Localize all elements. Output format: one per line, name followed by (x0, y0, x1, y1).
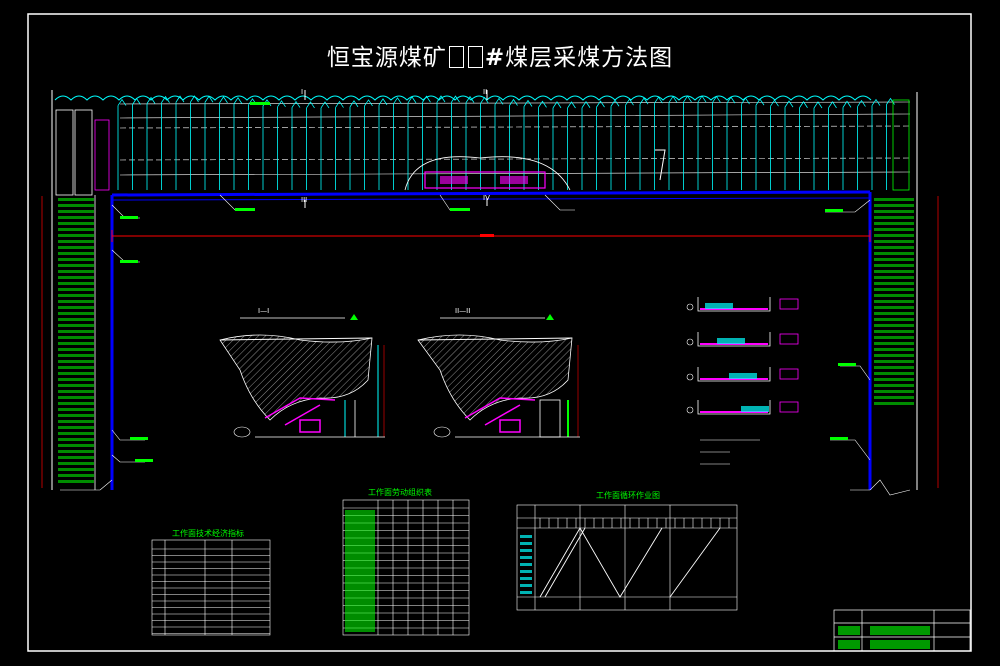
cycle-table-title: 工作面循环作业图 (596, 491, 660, 500)
plan-view (41, 90, 939, 496)
sequence-step (686, 332, 799, 347)
drawing-title: 恒宝源煤矿 #煤层采煤方法图 (0, 38, 1000, 72)
labor-table-title: 工作面劳动组织表 (368, 488, 432, 497)
right-coal-pillars (874, 196, 914, 406)
support-canopy (610, 99, 620, 107)
step-label (520, 591, 532, 594)
section-mark-2: II (483, 88, 488, 96)
step-label (520, 556, 532, 559)
sequence-step (686, 367, 799, 382)
support-canopy (813, 101, 823, 109)
title-suffix: 煤层采煤方法图 (505, 45, 674, 71)
title-hash: # (484, 44, 506, 71)
support-canopy (393, 97, 402, 105)
right-shaft (892, 99, 910, 191)
title-prefix: 恒宝源煤矿 (326, 45, 447, 71)
step-label (520, 535, 532, 538)
support-canopy (335, 100, 344, 108)
section-mark-4: IV (483, 194, 490, 202)
support-canopy (770, 99, 779, 107)
step-label (520, 549, 532, 552)
support-canopy (871, 98, 881, 106)
left-coal-pillars (58, 196, 94, 486)
support-canopy (857, 99, 866, 107)
section-mark-1: I (301, 88, 304, 96)
hydraulic-supports (117, 95, 895, 190)
step-label (520, 570, 532, 573)
section-1 (219, 314, 385, 438)
support-canopy (799, 101, 808, 108)
support-canopy (349, 100, 359, 108)
support-canopy (596, 100, 605, 108)
support-canopy (320, 101, 330, 109)
support-canopy (291, 100, 301, 108)
title-block (833, 609, 971, 652)
section-2-label: II—II (455, 307, 471, 315)
support-canopy (639, 97, 649, 105)
support-canopy (625, 98, 634, 106)
support-canopy (523, 99, 533, 107)
support-canopy (233, 97, 243, 104)
support-canopy (538, 100, 547, 108)
north-arrow-icon (350, 314, 358, 320)
sequence-step (686, 297, 799, 312)
shaft-symbol (655, 149, 666, 181)
support-canopy (219, 96, 228, 104)
labor-table (342, 499, 470, 636)
support-canopy (364, 99, 373, 107)
support-canopy (378, 98, 388, 106)
cutting-sequence (686, 297, 799, 465)
step-label (520, 577, 532, 580)
rock-mass-1 (219, 334, 373, 421)
tech-table-title: 工作面技术经济指标 (172, 529, 244, 538)
left-bunker-1 (55, 109, 74, 196)
support-canopy (306, 101, 315, 109)
step-label (520, 563, 532, 566)
support-canopy (161, 95, 170, 103)
cycle-table (516, 504, 738, 611)
support-canopy (509, 98, 518, 106)
step-label (520, 542, 532, 545)
sequence-step (686, 400, 799, 415)
section-2 (417, 314, 580, 438)
section-1-label: I—I (258, 307, 270, 315)
support-canopy (828, 101, 837, 109)
mining-method-drawing (27, 13, 972, 652)
haulage-roadway (111, 190, 871, 197)
rock-mass-2 (417, 334, 573, 421)
section-mark-3: III (301, 196, 308, 204)
support-canopy (741, 97, 750, 105)
tech-table (151, 539, 271, 636)
step-label (520, 584, 532, 587)
left-bunker-2 (74, 109, 93, 196)
